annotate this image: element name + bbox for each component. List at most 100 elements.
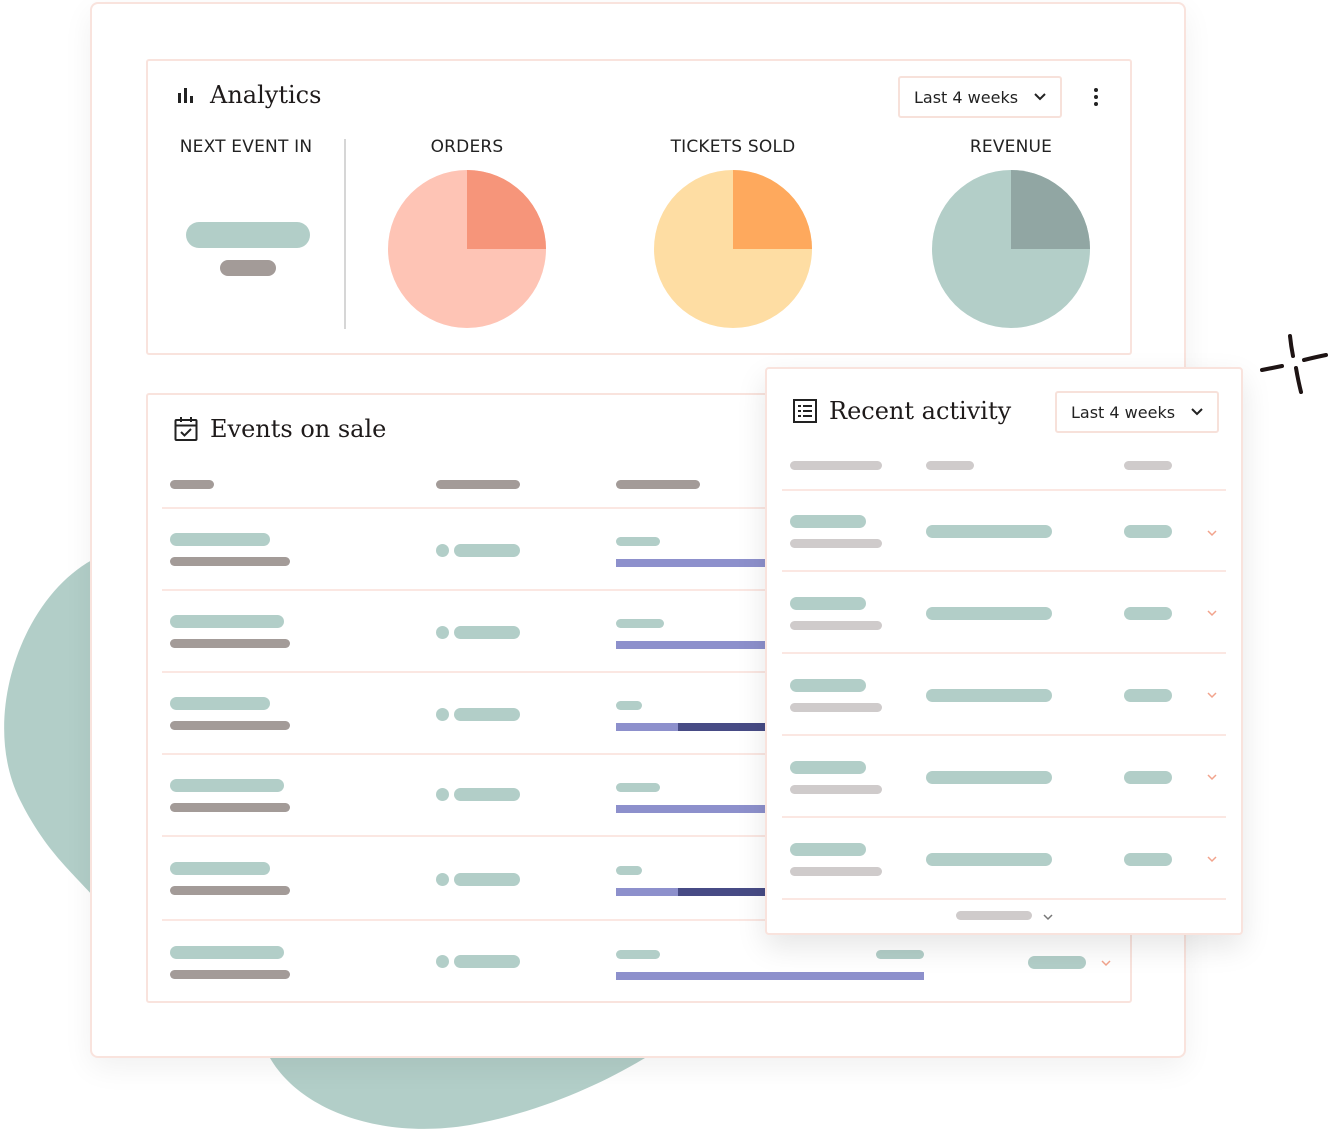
recent-activity-range-value: Last 4 weeks [1071,402,1176,422]
chevron-down-icon[interactable] [1100,959,1112,967]
chevron-down-icon[interactable] [1206,529,1218,537]
events-title-text: Events on sale [210,415,387,443]
analytics-panel: Analytics Last 4 weeks NEXT EVENT IN ORD… [146,59,1132,355]
column-header-activity [790,461,882,470]
column-header-detail [926,461,974,470]
status-dot [436,873,449,886]
activity-name-placeholder [790,679,866,692]
sales-count-placeholder [616,701,642,710]
list-icon [793,399,817,423]
metric-label-next-event: NEXT EVENT IN [179,137,313,157]
activity-time-placeholder [790,539,882,548]
row-divider [782,734,1226,736]
sparkle-icon [1260,334,1328,394]
activity-amount-placeholder [1124,689,1172,702]
chevron-down-icon [1191,408,1203,416]
column-header-amount [1124,461,1172,470]
chevron-down-icon[interactable] [1206,609,1218,617]
revenue-pie-chart [932,170,1090,328]
event-name-placeholder [170,946,284,959]
row-divider [782,898,1226,900]
row-divider [782,652,1226,654]
metric-label-tickets-sold: TICKETS SOLD [670,137,796,157]
status-dot [436,626,449,639]
activity-time-placeholder [790,621,882,630]
activity-detail-placeholder [926,607,1052,620]
status-text-placeholder [454,788,520,801]
orders-pie-chart [388,170,546,328]
metric-label-orders: ORDERS [430,137,504,157]
next-event-sub-placeholder [220,260,276,276]
next-event-value-placeholder [186,222,310,248]
row-divider [782,816,1226,818]
event-date-placeholder [170,803,290,812]
recent-activity-range-dropdown[interactable]: Last 4 weeks [1055,391,1219,433]
metric-divider [344,139,346,329]
chevron-down-icon [1034,93,1046,101]
sales-total-placeholder [876,950,924,959]
status-text-placeholder [454,873,520,886]
activity-amount-placeholder [1124,525,1172,538]
event-date-placeholder [170,721,290,730]
status-dot [436,708,449,721]
event-date-placeholder [170,557,290,566]
chevron-down-icon[interactable] [1206,691,1218,699]
revenue-pie-slice [1011,170,1090,249]
sales-count-placeholder [616,619,664,628]
event-date-placeholder [170,886,290,895]
metric-label-revenue: REVENUE [969,137,1053,157]
activity-time-placeholder [790,867,882,876]
sales-count-placeholder [616,950,660,959]
status-dot [436,544,449,557]
activity-time-placeholder [790,785,882,794]
activity-amount-placeholder [1124,607,1172,620]
activity-amount-placeholder [1124,771,1172,784]
chevron-down-icon[interactable] [1206,773,1218,781]
analytics-title: Analytics [176,81,321,109]
recent-activity-panel: Recent activity Last 4 weeks [765,367,1243,935]
sales-count-placeholder [616,866,642,875]
activity-amount-placeholder [1124,853,1172,866]
row-divider [782,489,1226,491]
activity-name-placeholder [790,515,866,528]
analytics-range-value: Last 4 weeks [914,87,1019,107]
activity-time-placeholder [790,703,882,712]
revenue-placeholder [1028,956,1086,969]
event-name-placeholder [170,779,284,792]
sales-progress-track [616,972,924,980]
event-name-placeholder [170,862,270,875]
status-text-placeholder [454,708,520,721]
activity-name-placeholder [790,761,866,774]
column-header-event [170,480,214,489]
status-dot [436,955,449,968]
status-text-placeholder [454,626,520,639]
status-dot [436,788,449,801]
event-name-placeholder [170,697,270,710]
recent-activity-title: Recent activity [793,397,1011,425]
chevron-down-icon[interactable] [1206,855,1218,863]
bar-chart-icon [178,88,193,103]
status-text-placeholder [454,544,520,557]
column-header-status [436,480,520,489]
tickets-sold-pie-chart [654,170,812,328]
activity-name-placeholder [790,843,866,856]
analytics-range-dropdown[interactable]: Last 4 weeks [898,76,1062,118]
analytics-title-text: Analytics [210,81,322,109]
sales-count-placeholder [616,537,660,546]
activity-detail-placeholder [926,853,1052,866]
column-header-sales [616,480,700,489]
sales-count-placeholder [616,783,660,792]
more-options-icon[interactable] [1086,83,1106,111]
orders-pie-slice [467,170,546,249]
activity-detail-placeholder [926,689,1052,702]
events-title: Events on sale [174,415,386,443]
activity-name-placeholder [790,597,866,610]
event-date-placeholder [170,639,290,648]
event-name-placeholder [170,615,284,628]
show-more-placeholder [956,911,1032,920]
event-name-placeholder [170,533,270,546]
activity-detail-placeholder [926,771,1052,784]
activity-detail-placeholder [926,525,1052,538]
row-divider [782,570,1226,572]
event-date-placeholder [170,970,290,979]
